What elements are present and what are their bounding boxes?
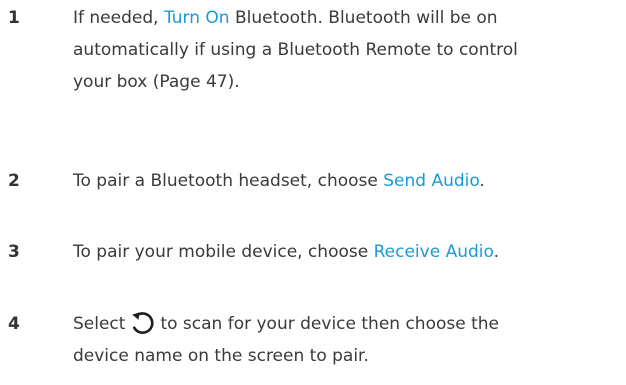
step-line: Select to scan for your device then choos… (73, 308, 623, 340)
step-text: If needed, Turn On Bluetooth. Bluetooth … (73, 2, 623, 98)
step-line: device name on the screen to pair. (73, 346, 369, 366)
step-line: automatically if using a Bluetooth Remot… (73, 40, 518, 60)
turn-on-link[interactable]: Turn On (164, 8, 230, 28)
step-text: To pair a Bluetooth headset, choose Send… (73, 165, 623, 197)
step-text: Select to scan for your device then choos… (73, 308, 623, 372)
step-text: To pair your mobile device, choose Recei… (73, 236, 623, 268)
refresh-icon (129, 309, 156, 336)
step-number: 1 (8, 8, 20, 28)
step-text-segment: To pair a Bluetooth headset, choose (73, 171, 384, 191)
step-line: If needed, Turn On Bluetooth. Bluetooth … (73, 2, 623, 34)
step-text-segment: . (479, 171, 485, 191)
step-text-segment: If needed, (73, 8, 164, 28)
step-number: 3 (8, 242, 20, 262)
step-text-segment: Bluetooth. Bluetooth will be on (229, 8, 498, 28)
receive-audio-link[interactable]: Receive Audio (374, 242, 494, 262)
step-text-segment: Select (73, 314, 126, 334)
step-number: 2 (8, 171, 20, 191)
step-number: 4 (8, 314, 20, 334)
step-text-segment: To pair your mobile device, choose (73, 242, 374, 262)
send-audio-link[interactable]: Send Audio (383, 171, 479, 191)
step-line: your box (Page 47). (73, 72, 240, 92)
step-text-segment: . (493, 242, 499, 262)
step-text-segment: to scan for your device then choose the (160, 314, 499, 334)
